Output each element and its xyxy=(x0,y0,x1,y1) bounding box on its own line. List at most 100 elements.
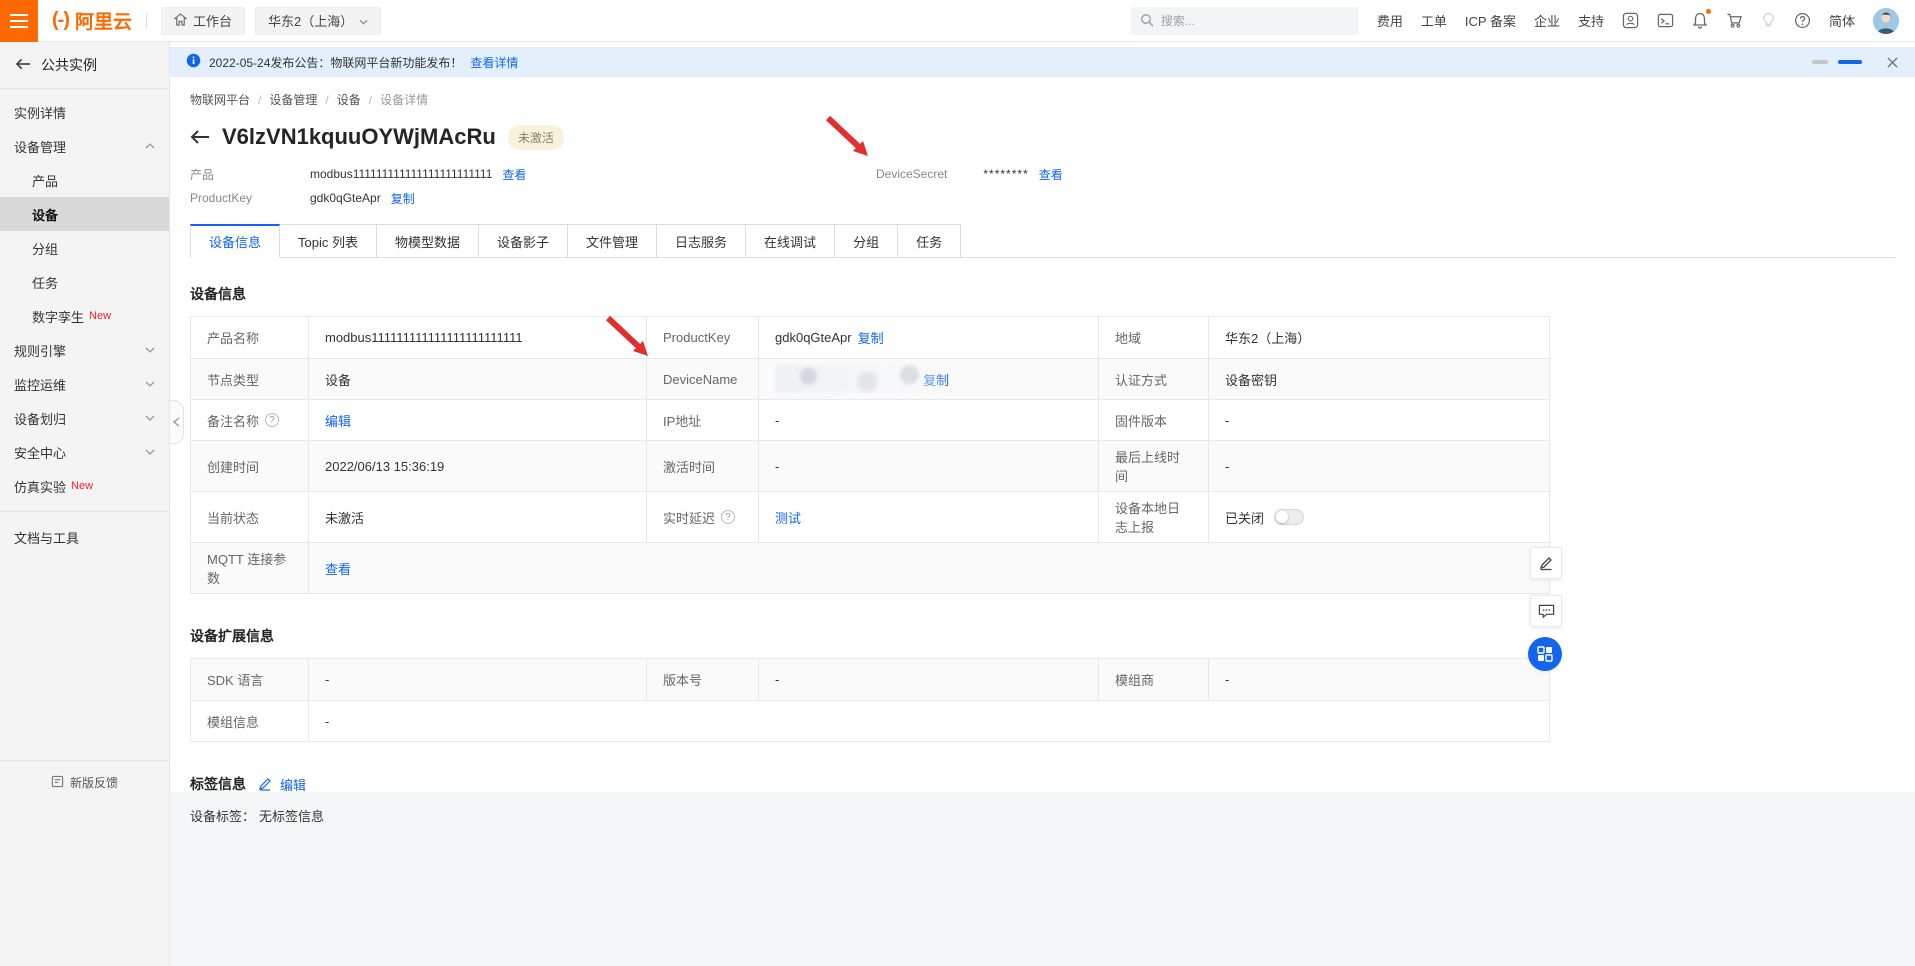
tab-tsl-data[interactable]: 物模型数据 xyxy=(377,224,479,258)
product-view-link[interactable]: 查看 xyxy=(502,166,526,183)
announcement-banner: 2022-05-24发布公告：物联网平台新功能发布！ 查看详情 xyxy=(170,47,1915,77)
floating-edit-button[interactable] xyxy=(1530,547,1562,579)
module-vendor-label: 模组商 xyxy=(1098,659,1208,700)
sidebar-item-device-assignment[interactable]: 设备划归 xyxy=(0,401,169,435)
hamburger-menu-button[interactable] xyxy=(0,0,38,42)
sidebar-item-simulation[interactable]: 仿真实验 New xyxy=(0,469,169,503)
extended-info-table: SDK 语言 - 版本号 - 模组商 - 模组信息 - xyxy=(190,658,1550,742)
sidebar-item-docs-tools[interactable]: 文档与工具 xyxy=(0,520,169,554)
local-log-report-state: 已关闭 xyxy=(1225,508,1264,527)
language-selector[interactable]: 简体 xyxy=(1829,11,1855,30)
help-question-icon[interactable] xyxy=(721,510,735,524)
remark-name-cell: 编辑 xyxy=(308,400,646,440)
devicename-label: DeviceName xyxy=(646,359,758,399)
feedback-button[interactable]: 新版反馈 xyxy=(0,760,169,791)
sidebar-item-products[interactable]: 产品 xyxy=(0,163,169,197)
productkey-value: gdk0qGteApr xyxy=(310,191,381,205)
productkey-copy-link[interactable]: 复制 xyxy=(391,190,415,207)
sidebar-item-device-management[interactable]: 设备管理 xyxy=(0,129,169,163)
table-row: SDK 语言 - 版本号 - 模组商 - xyxy=(191,659,1549,700)
tab-device-shadow[interactable]: 设备影子 xyxy=(479,224,568,258)
sidebar-item-rules-engine[interactable]: 规则引擎 xyxy=(0,333,169,367)
sidebar-item-instance-details[interactable]: 实例详情 xyxy=(0,95,169,129)
productkey-label: ProductKey xyxy=(646,317,758,358)
nav-enterprise[interactable]: 企业 xyxy=(1534,11,1560,30)
nav-billing[interactable]: 费用 xyxy=(1377,11,1403,30)
lightbulb-icon[interactable] xyxy=(1761,12,1776,29)
sidebar-item-groups[interactable]: 分组 xyxy=(0,231,169,265)
sidebar-item-devices[interactable]: 设备 xyxy=(0,197,169,231)
back-arrow-icon[interactable] xyxy=(190,129,210,145)
product-value: modbus111111111111111111111111 xyxy=(310,167,492,181)
help-icon[interactable] xyxy=(1794,12,1811,29)
ip-address-value: - xyxy=(758,400,1098,440)
nav-tickets[interactable]: 工单 xyxy=(1421,11,1447,30)
top-header-bar: (-) 阿里云 工作台 华东2（上海） 费用 工单 ICP 备案 企业 支持 xyxy=(0,0,1915,42)
sidebar-divider xyxy=(0,511,169,512)
tab-topic-list[interactable]: Topic 列表 xyxy=(280,224,377,258)
tab-device-info[interactable]: 设备信息 xyxy=(190,224,280,258)
app-store-icon[interactable] xyxy=(1622,12,1639,29)
remark-edit-link[interactable]: 编辑 xyxy=(325,411,351,430)
sdk-language-label: SDK 语言 xyxy=(191,659,308,700)
productkey-label: ProductKey xyxy=(190,191,310,205)
floating-comment-button[interactable] xyxy=(1530,595,1562,627)
sidebar-collapse-handle[interactable] xyxy=(170,400,184,444)
detail-tabs: 设备信息 Topic 列表 物模型数据 设备影子 文件管理 日志服务 在线调试 … xyxy=(190,224,1895,258)
notification-bell-icon[interactable] xyxy=(1692,12,1708,29)
latency-test-link[interactable]: 测试 xyxy=(775,508,801,527)
nav-support[interactable]: 支持 xyxy=(1578,11,1604,30)
sidebar-item-monitoring-ops[interactable]: 监控运维 xyxy=(0,367,169,401)
devicesecret-label: DeviceSecret xyxy=(876,167,947,181)
local-log-toggle[interactable] xyxy=(1274,509,1304,525)
breadcrumb-devices[interactable]: 设备 xyxy=(337,91,372,108)
devicesecret-view-link[interactable]: 查看 xyxy=(1039,166,1063,183)
region-selector[interactable]: 华东2（上海） xyxy=(255,7,381,35)
close-icon[interactable] xyxy=(1886,56,1899,69)
banner-page-dot-active[interactable] xyxy=(1838,60,1862,64)
sidebar-back-label: 公共实例 xyxy=(41,55,97,75)
aliyun-logo-mark: (-) xyxy=(52,9,69,32)
search-input[interactable] xyxy=(1131,7,1359,35)
sidebar-item-tasks[interactable]: 任务 xyxy=(0,265,169,299)
announcement-detail-link[interactable]: 查看详情 xyxy=(470,54,518,71)
tag-info-section-title: 标签信息 编辑 xyxy=(190,774,1895,794)
tab-groups[interactable]: 分组 xyxy=(835,224,898,258)
banner-page-dot[interactable] xyxy=(1812,60,1828,64)
notification-dot xyxy=(1706,9,1711,14)
tags-edit-link[interactable]: 编辑 xyxy=(280,775,306,794)
device-title-row: V6lzVN1kquuOYWjMAcRu 未激活 xyxy=(190,124,1895,150)
cart-icon[interactable] xyxy=(1726,12,1743,29)
breadcrumb-device-detail: 设备详情 xyxy=(380,91,428,108)
tab-online-debug[interactable]: 在线调试 xyxy=(746,224,835,258)
breadcrumb-iot-platform[interactable]: 物联网平台 xyxy=(190,91,261,108)
device-detail-content: 物联网平台 设备管理 设备 设备详情 V6lzVN1kquuOYWjMAcRu … xyxy=(170,77,1915,825)
aliyun-logo[interactable]: (-) 阿里云 xyxy=(52,7,132,34)
module-info-value: - xyxy=(308,701,1549,741)
main-area: 2022-05-24发布公告：物联网平台新功能发布！ 查看详情 物联网平台 设备… xyxy=(170,42,1915,966)
activated-time-value: - xyxy=(758,441,1098,491)
user-avatar[interactable] xyxy=(1873,8,1899,34)
tab-tasks[interactable]: 任务 xyxy=(898,224,961,258)
region-value: 华东2（上海） xyxy=(1208,317,1549,358)
sidebar-item-digital-twin[interactable]: 数字孪生 New xyxy=(0,299,169,333)
product-name-label: 产品名称 xyxy=(191,317,308,358)
floating-widgets-button[interactable] xyxy=(1528,637,1562,671)
nav-icp[interactable]: ICP 备案 xyxy=(1465,11,1516,30)
productkey-copy-link[interactable]: 复制 xyxy=(858,328,884,347)
sidebar-item-security-center[interactable]: 安全中心 xyxy=(0,435,169,469)
terminal-icon[interactable] xyxy=(1657,12,1674,29)
announcement-text: 2022-05-24发布公告：物联网平台新功能发布！ xyxy=(209,54,462,71)
sidebar-back-public-instance[interactable]: 公共实例 xyxy=(0,42,169,89)
chevron-down-icon xyxy=(145,415,155,421)
current-status-label: 当前状态 xyxy=(191,492,308,542)
breadcrumb-device-management[interactable]: 设备管理 xyxy=(269,91,328,108)
mqtt-params-view-link[interactable]: 查看 xyxy=(325,559,351,578)
search-icon xyxy=(1140,13,1154,32)
tab-log-service[interactable]: 日志服务 xyxy=(657,224,746,258)
tab-file-management[interactable]: 文件管理 xyxy=(568,224,657,258)
workbench-button[interactable]: 工作台 xyxy=(161,7,245,35)
module-vendor-value: - xyxy=(1208,659,1549,700)
help-question-icon[interactable] xyxy=(265,413,279,427)
node-type-label: 节点类型 xyxy=(191,359,308,399)
